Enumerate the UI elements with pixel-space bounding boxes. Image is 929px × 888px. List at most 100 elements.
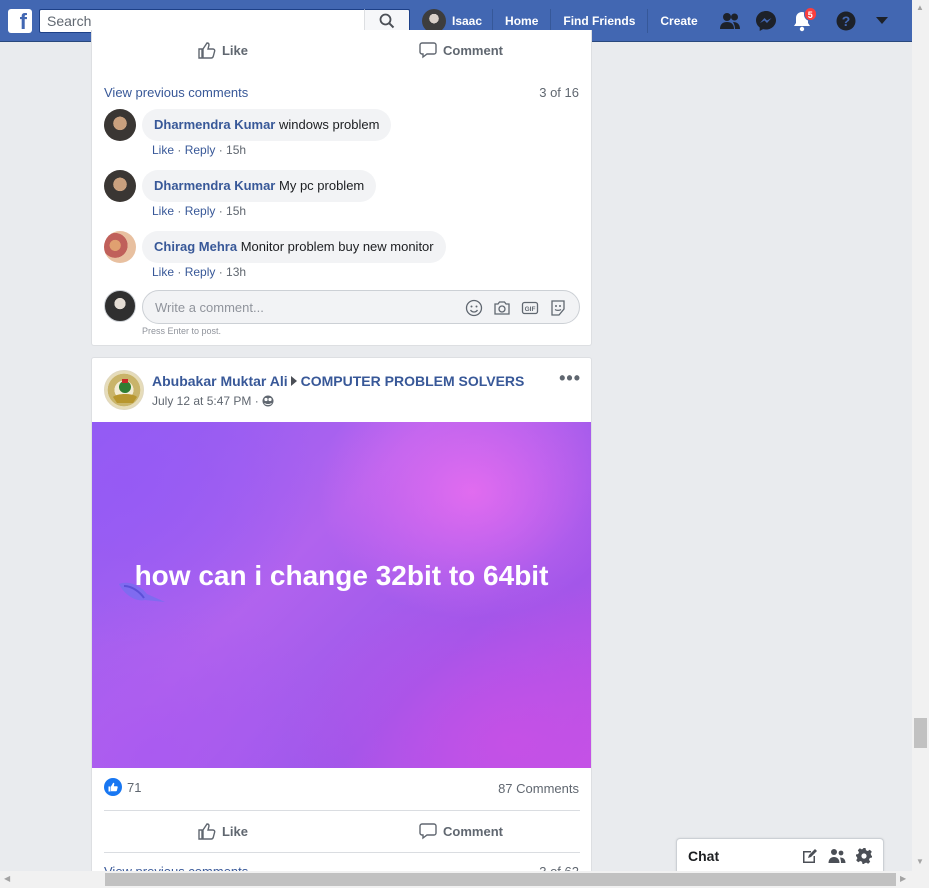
- emblem-icon: [113, 379, 137, 403]
- chat-bar[interactable]: Chat: [676, 838, 884, 872]
- svg-text:?: ?: [841, 13, 850, 29]
- post-group[interactable]: COMPUTER PROBLEM SOLVERS: [301, 373, 525, 389]
- triangle-right-icon: [290, 376, 297, 386]
- gif-icon[interactable]: GIF: [521, 299, 539, 317]
- like-reaction-icon: [104, 778, 122, 796]
- camera-icon[interactable]: [493, 299, 511, 317]
- horizontal-scrollbar[interactable]: ◀ ▶: [0, 871, 929, 888]
- new-message-icon[interactable]: [801, 847, 819, 865]
- avatar[interactable]: [104, 370, 144, 410]
- post-text: how can i change 32bit to 64bit: [134, 560, 549, 591]
- group-chat-icon[interactable]: [828, 847, 846, 865]
- comment-label: Comment: [443, 42, 503, 58]
- comment-text: My pc problem: [279, 178, 365, 193]
- messenger-button[interactable]: [748, 0, 784, 42]
- comment-like-link[interactable]: Like: [152, 265, 174, 279]
- comments-count-link[interactable]: 87 Comments: [498, 781, 579, 796]
- comment-reply-link[interactable]: Reply: [185, 143, 216, 157]
- comment-counter: 3 of 16: [539, 85, 579, 100]
- like-label: Like: [221, 42, 248, 58]
- comment-icon: [419, 42, 437, 59]
- avatar[interactable]: [104, 170, 136, 202]
- profile-name: Isaac: [452, 14, 483, 28]
- reaction-summary[interactable]: 71: [104, 778, 141, 796]
- vertical-scrollbar[interactable]: ▲ ▼: [912, 0, 929, 871]
- chat-label: Chat: [688, 848, 720, 864]
- comment-bubble: Dharmendra Kumar windows problem: [142, 109, 392, 141]
- avatar[interactable]: [104, 231, 136, 263]
- like-button[interactable]: Like: [104, 33, 342, 67]
- comment-time[interactable]: 15h: [226, 204, 246, 218]
- post-timestamp[interactable]: July 12 at 5:47 PM: [152, 394, 251, 408]
- comment-item: Chirag Mehra Monitor problem buy new mon…: [104, 231, 574, 289]
- settings-gear-icon[interactable]: [855, 847, 873, 865]
- comment-meta: Like · Reply · 13h: [152, 265, 247, 279]
- emoji-icon[interactable]: [465, 299, 483, 317]
- scroll-down-arrow-icon[interactable]: ▼: [916, 857, 924, 866]
- help-icon: ?: [836, 11, 856, 31]
- comment-bubble: Dharmendra Kumar My pc problem: [142, 170, 377, 202]
- scroll-left-arrow-icon[interactable]: ◀: [4, 874, 10, 883]
- comment-like-link[interactable]: Like: [152, 204, 174, 218]
- thumbs-up-icon: [198, 823, 216, 840]
- nav-create-link[interactable]: Create: [648, 9, 709, 33]
- post-timestamp-row: July 12 at 5:47 PM ·: [152, 394, 274, 408]
- comment-time[interactable]: 15h: [226, 143, 246, 157]
- sticker-icon[interactable]: [549, 299, 567, 317]
- post-background-text[interactable]: how can i change 32bit to 64bit: [92, 422, 591, 768]
- messenger-icon: [755, 11, 776, 31]
- caret-down-icon: [875, 17, 888, 24]
- comment-bubble: Chirag Mehra Monitor problem buy new mon…: [142, 231, 446, 263]
- horizontal-scroll-thumb[interactable]: [105, 873, 896, 886]
- friend-requests-button[interactable]: [712, 0, 748, 42]
- comment-time[interactable]: 13h: [226, 265, 246, 279]
- write-comment-placeholder: Write a comment...: [155, 300, 264, 315]
- like-button[interactable]: Like: [104, 814, 342, 848]
- divider: [104, 852, 580, 853]
- help-button[interactable]: ?: [828, 0, 864, 42]
- vertical-scroll-thumb[interactable]: [914, 718, 927, 748]
- facebook-logo-icon[interactable]: f: [8, 9, 32, 33]
- divider: [104, 810, 580, 811]
- friends-icon: [719, 13, 740, 29]
- press-enter-hint: Press Enter to post.: [142, 326, 222, 336]
- comment-button[interactable]: Comment: [342, 33, 580, 67]
- comment-text: windows problem: [279, 117, 380, 132]
- thumbs-up-icon: [198, 42, 216, 59]
- scroll-up-arrow-icon[interactable]: ▲: [916, 3, 924, 12]
- comment-author[interactable]: Dharmendra Kumar: [154, 117, 275, 132]
- comment-meta: Like · Reply · 15h: [152, 143, 247, 157]
- notifications-button[interactable]: 5: [784, 0, 820, 42]
- avatar[interactable]: [104, 109, 136, 141]
- avatar: [104, 290, 136, 322]
- post-actions: Like Comment: [104, 33, 580, 67]
- comment-reply-link[interactable]: Reply: [185, 204, 216, 218]
- scroll-right-arrow-icon[interactable]: ▶: [900, 874, 906, 883]
- post-actions: Like Comment: [104, 814, 580, 848]
- post-card: Like Comment View previous comments 3 of…: [91, 30, 592, 346]
- comment-author[interactable]: Chirag Mehra: [154, 239, 237, 254]
- comment-item: Dharmendra Kumar My pc problem Like · Re…: [104, 170, 574, 228]
- write-comment-row: Write a comment... GIF: [104, 290, 580, 326]
- comment-item: Dharmendra Kumar windows problem Like · …: [104, 109, 574, 167]
- account-menu-button[interactable]: [864, 0, 900, 42]
- view-previous-comments-link[interactable]: View previous comments: [104, 85, 248, 100]
- comment-like-link[interactable]: Like: [152, 143, 174, 157]
- post-author[interactable]: Abubakar Muktar Ali: [152, 373, 288, 389]
- svg-text:GIF: GIF: [525, 306, 536, 313]
- globe-icon: [262, 395, 274, 407]
- post-options-button[interactable]: •••: [559, 368, 581, 389]
- comment-button[interactable]: Comment: [342, 814, 580, 848]
- post-card: Abubakar Muktar Ali COMPUTER PROBLEM SOLV…: [91, 357, 592, 888]
- comment-label: Comment: [443, 823, 503, 839]
- comment-meta: Like · Reply · 15h: [152, 204, 247, 218]
- like-label: Like: [221, 823, 248, 839]
- write-comment-input[interactable]: Write a comment... GIF: [142, 290, 580, 324]
- comment-reply-link[interactable]: Reply: [185, 265, 216, 279]
- comment-icon: [419, 823, 437, 840]
- comment-text: Monitor problem buy new monitor: [240, 239, 434, 254]
- search-icon: [379, 13, 395, 29]
- comment-author[interactable]: Dharmendra Kumar: [154, 178, 275, 193]
- search-input[interactable]: [40, 10, 360, 32]
- notification-badge: 5: [803, 7, 817, 21]
